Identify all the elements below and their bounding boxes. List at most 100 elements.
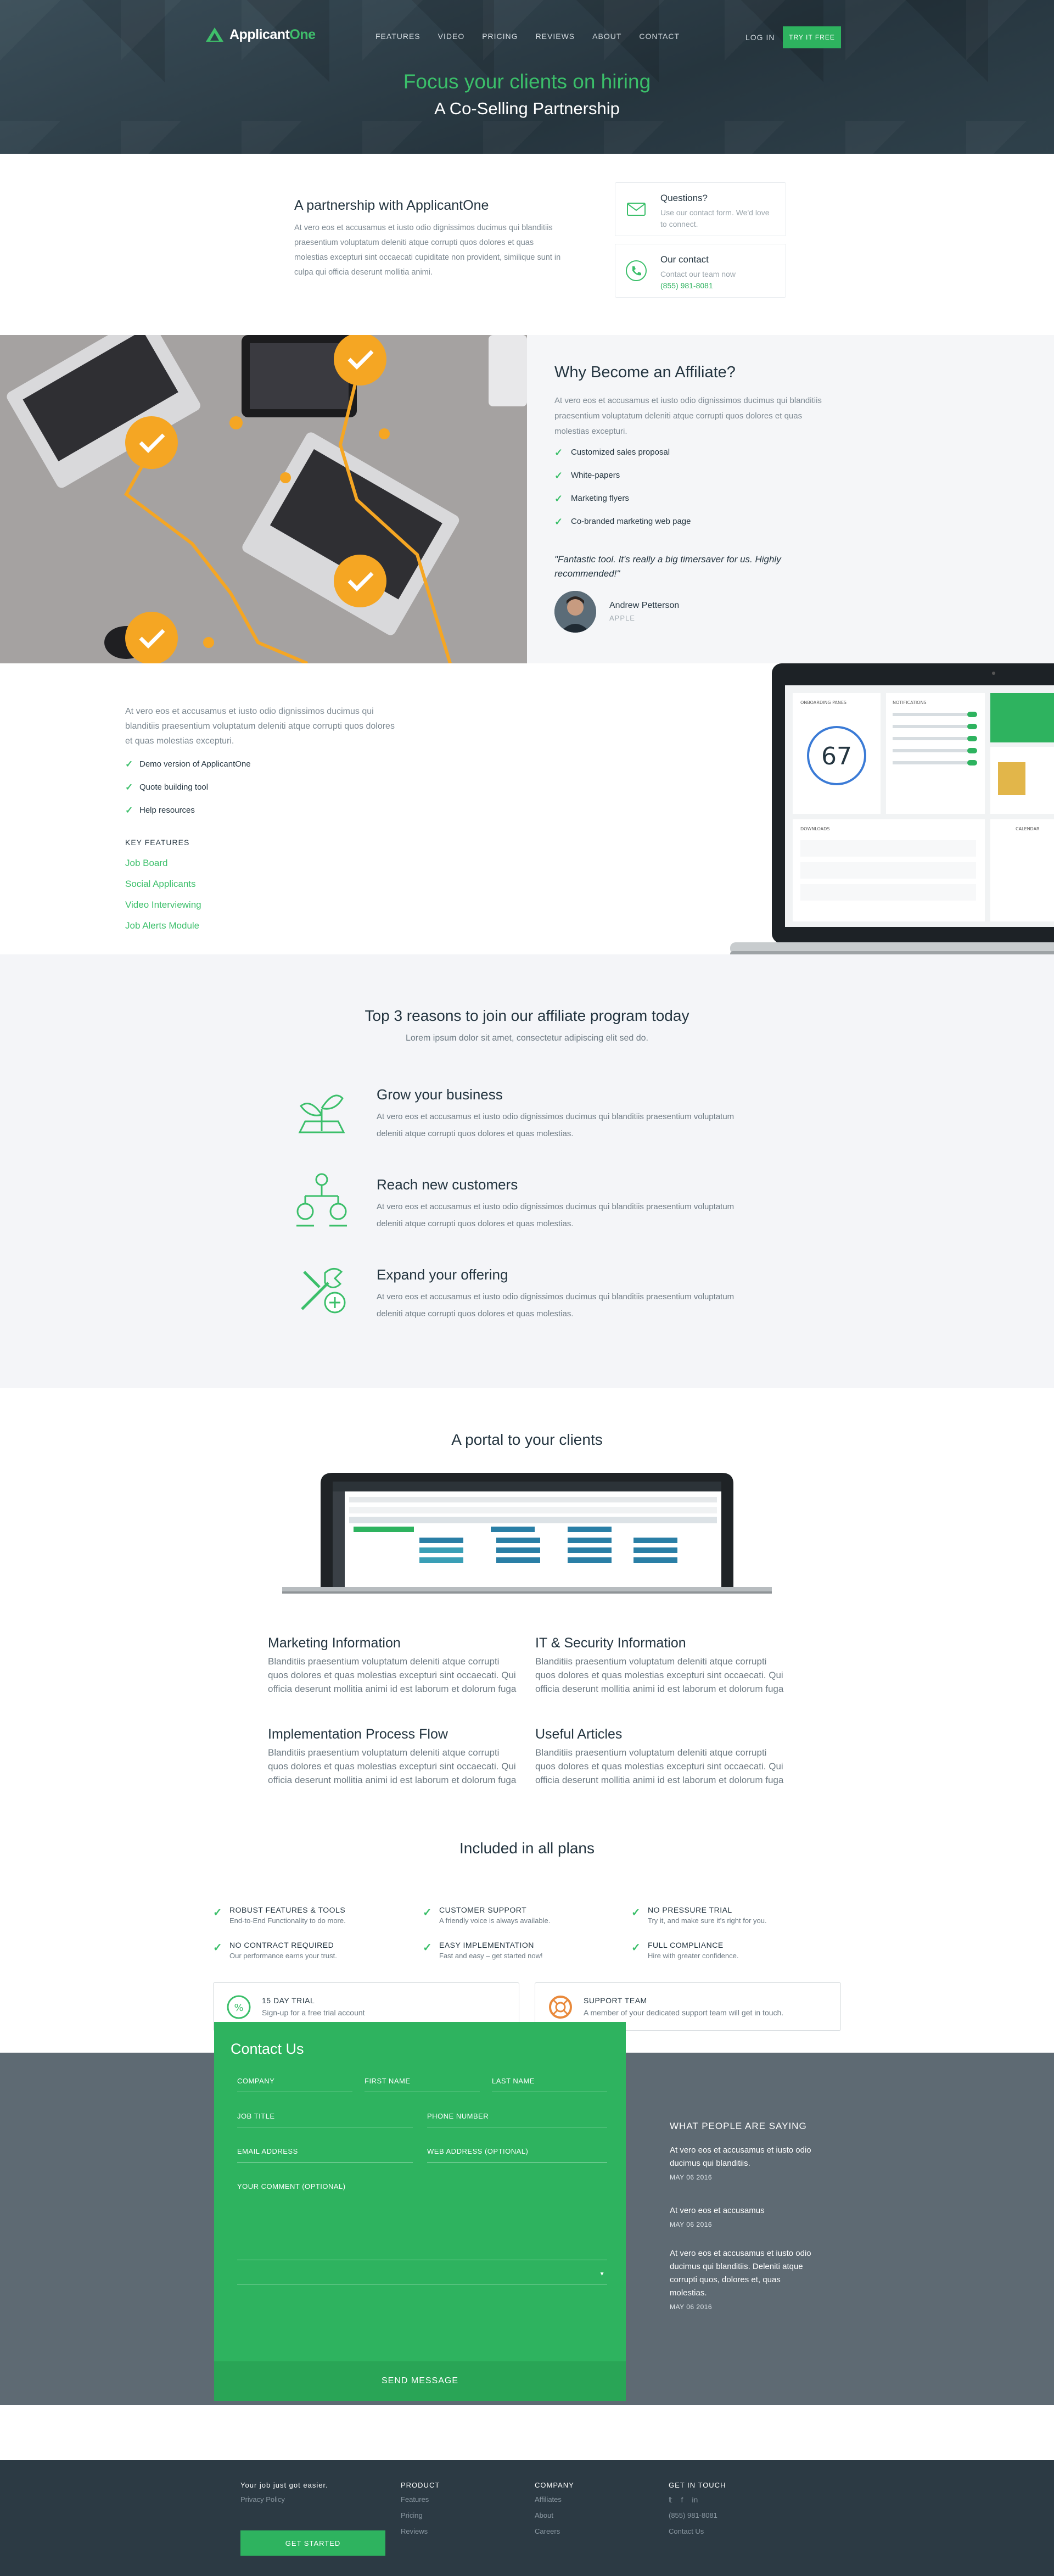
footer-link-careers[interactable]: Careers	[535, 2525, 574, 2541]
web-field[interactable]: WEB ADDRESS (OPTIONAL)	[427, 2142, 607, 2163]
plan-item-text: End-to-End Functionality to do more.	[229, 1916, 346, 1925]
plans-section: Included in all plans ✓ ROBUST FEATURES …	[0, 1840, 1054, 2053]
privacy-link[interactable]: Privacy Policy	[240, 2494, 328, 2510]
feature-link-social-applicants[interactable]: Social Applicants	[125, 879, 201, 899]
get-started-button[interactable]: GET STARTED	[240, 2530, 385, 2556]
affiliate-title: Why Become an Affiliate?	[554, 364, 736, 381]
contact-title: Our contact	[660, 254, 709, 265]
logo[interactable]: ApplicantOne	[205, 26, 316, 43]
job-title-field[interactable]: JOB TITLE	[237, 2106, 413, 2127]
feature-text: Blanditiis praesentium voluptatum deleni…	[535, 1656, 784, 1694]
phone-field[interactable]: PHONE NUMBER	[427, 2106, 607, 2127]
contact-card[interactable]: Our contact Contact our team now (855) 9…	[615, 244, 786, 298]
plan-item: ✓ NO PRESSURE TRIAL Try it, and make sur…	[631, 1906, 829, 1933]
affiliate-text: At vero eos et accusamus et iusto odio d…	[554, 396, 822, 436]
footer-link-affiliates[interactable]: Affiliates	[535, 2494, 574, 2510]
reason-title: Expand your offering	[377, 1266, 508, 1283]
reason-text: At vero eos et accusamus et iusto odio d…	[377, 1112, 735, 1138]
testimonial-date: MAY 06 2016	[670, 2173, 713, 2181]
nav-link-video[interactable]: VIDEO	[438, 32, 465, 41]
mail-icon	[627, 203, 646, 216]
social-links: 𝕥 f in	[669, 2494, 726, 2510]
comment-field[interactable]: YOUR COMMENT (OPTIONAL)	[237, 2177, 607, 2260]
plan-item-text: Try it, and make sure it's right for you…	[648, 1916, 767, 1925]
contact-phone[interactable]: (855) 981-8081	[660, 280, 776, 292]
email-field[interactable]: EMAIL ADDRESS	[237, 2142, 413, 2163]
plan-item-title: FULL COMPLIANCE	[648, 1941, 724, 1949]
logo-text: ApplicantOne	[229, 26, 316, 42]
svg-text:ONBOARDING PANES: ONBOARDING PANES	[800, 700, 846, 705]
plan-item: ✓ NO CONTRACT REQUIRED Our performance e…	[213, 1941, 411, 1968]
benefit-item: Customized sales proposal	[554, 446, 691, 469]
company-field[interactable]: COMPANY	[237, 2071, 352, 2092]
testimonial-quote: "Fantastic tool. It's really a big timer…	[554, 554, 781, 579]
feature-text: Blanditiis praesentium voluptatum deleni…	[535, 1747, 784, 1785]
last-name-field[interactable]: LAST NAME	[492, 2071, 607, 2092]
footer: Your job just got easier. Privacy Policy…	[0, 2460, 1054, 2576]
avatar	[554, 591, 596, 633]
portal-section: A portal to your clients Marketing Infor…	[0, 1388, 1054, 1840]
contact-section: Contact Us COMPANY FIRST NAME LAST NAME …	[0, 2022, 1054, 2405]
dropdown-field[interactable]: ▼	[237, 2265, 607, 2284]
testimonial-company: APPLE	[609, 614, 635, 622]
reason-reach: Reach new customers At vero eos et accus…	[294, 1172, 788, 1238]
plan-item-title: ROBUST FEATURES & TOOLS	[229, 1906, 346, 1914]
feature-title: Marketing Information	[268, 1635, 401, 1651]
reason-title: Reach new customers	[377, 1176, 518, 1193]
first-name-field[interactable]: FIRST NAME	[365, 2071, 480, 2092]
plan-item-title: NO PRESSURE TRIAL	[648, 1906, 732, 1914]
svg-text:%: %	[234, 2002, 243, 2014]
contact-form: Contact Us COMPANY FIRST NAME LAST NAME …	[214, 2022, 626, 2401]
footer-link-pricing[interactable]: Pricing	[401, 2510, 440, 2525]
network-icon	[296, 1173, 347, 1227]
footer-product-title: PRODUCT	[401, 2481, 440, 2489]
footer-contact-link[interactable]: Contact Us	[669, 2525, 726, 2541]
send-message-button[interactable]: SEND MESSAGE	[214, 2361, 626, 2401]
demo-section: At vero eos et accusamus et iusto odio d…	[0, 663, 1054, 954]
demo-item: Quote building tool	[125, 781, 251, 804]
testimonials-title: WHAT PEOPLE ARE SAYING	[670, 2121, 807, 2131]
reason-grow: Grow your business At vero eos et accusa…	[294, 1082, 788, 1148]
footer-link-about[interactable]: About	[535, 2510, 574, 2525]
main-nav: ApplicantOne FEATURES VIDEO PRICING REVI…	[0, 24, 1054, 49]
testimonial-text: At vero eos et accusamus et iusto odio d…	[670, 2249, 811, 2298]
nav-link-contact[interactable]: CONTACT	[639, 32, 680, 41]
feature-link-video-interviewing[interactable]: Video Interviewing	[125, 899, 201, 920]
footer-link-reviews[interactable]: Reviews	[401, 2525, 440, 2541]
plan-item: ✓ FULL COMPLIANCE Hire with greater conf…	[631, 1941, 829, 1968]
try-free-button[interactable]: TRY IT FREE	[783, 26, 841, 48]
demo-item: Demo version of ApplicantOne	[125, 758, 251, 781]
feature-link-job-alerts[interactable]: Job Alerts Module	[125, 920, 201, 941]
key-features-title: KEY FEATURES	[125, 838, 190, 847]
feature-link-job-board[interactable]: Job Board	[125, 858, 201, 879]
hero-title: Focus your clients on hiring	[403, 70, 651, 93]
testimonial-item: At vero eos et accusamus et iusto odio d…	[670, 2144, 818, 2181]
plan-item-title: EASY IMPLEMENTATION	[439, 1941, 534, 1949]
nav-link-pricing[interactable]: PRICING	[482, 32, 518, 41]
nav-link-about[interactable]: ABOUT	[592, 32, 621, 41]
reason-expand: Expand your offering At vero eos et accu…	[294, 1262, 788, 1328]
twitter-icon[interactable]: 𝕥	[669, 2494, 672, 2510]
facebook-icon[interactable]: f	[681, 2494, 683, 2510]
logo-mark-icon	[206, 27, 223, 42]
login-link[interactable]: LOG IN	[745, 33, 775, 42]
testimonial-item: At vero eos et accusamus MAY 06 2016	[670, 2204, 818, 2228]
nav-link-features[interactable]: FEATURES	[375, 32, 421, 41]
footer-product: PRODUCT Features Pricing Reviews	[401, 2481, 440, 2541]
dashboard-score: 67	[821, 742, 852, 770]
check-icon: ✓	[423, 1907, 432, 1919]
footer-touch-title: GET IN TOUCH	[669, 2481, 726, 2489]
footer-phone[interactable]: (855) 981-8081	[669, 2510, 726, 2525]
footer-company: COMPANY Affiliates About Careers	[535, 2481, 574, 2541]
partnership-section: A partnership with ApplicantOne At vero …	[0, 154, 1054, 335]
check-icon: ✓	[631, 1942, 641, 1954]
footer-brand: Your job just got easier. Privacy Policy	[240, 2481, 328, 2510]
questions-card[interactable]: Questions? Use our contact form. We'd lo…	[615, 182, 786, 236]
lifebuoy-icon	[549, 1996, 572, 2019]
check-icon: ✓	[213, 1907, 222, 1919]
footer-company-title: COMPANY	[535, 2481, 574, 2489]
hero-section: ApplicantOne FEATURES VIDEO PRICING REVI…	[0, 0, 1054, 154]
nav-link-reviews[interactable]: REVIEWS	[536, 32, 575, 41]
footer-link-features[interactable]: Features	[401, 2494, 440, 2510]
linkedin-icon[interactable]: in	[692, 2494, 698, 2510]
